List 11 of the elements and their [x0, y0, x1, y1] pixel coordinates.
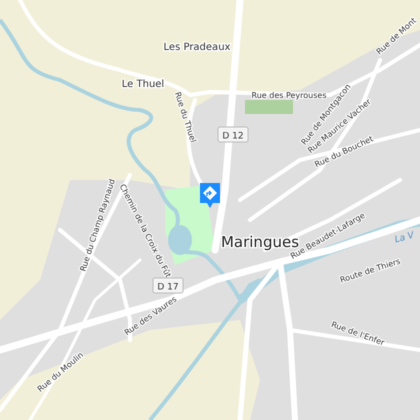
place-label: Les Pradeaux [164, 42, 230, 53]
pond [168, 225, 192, 255]
directions-marker-icon[interactable] [200, 183, 220, 208]
road-shield: D 12 [218, 126, 248, 142]
road-shield: D 17 [152, 278, 184, 294]
street-label: Rue du Thuel [172, 90, 198, 144]
place-label: Le Thuel [122, 79, 164, 90]
river-label: La V [394, 230, 416, 246]
park-area [245, 100, 293, 114]
place-label: Maringues [220, 233, 300, 251]
street-label: Route de Thiers [338, 256, 402, 285]
